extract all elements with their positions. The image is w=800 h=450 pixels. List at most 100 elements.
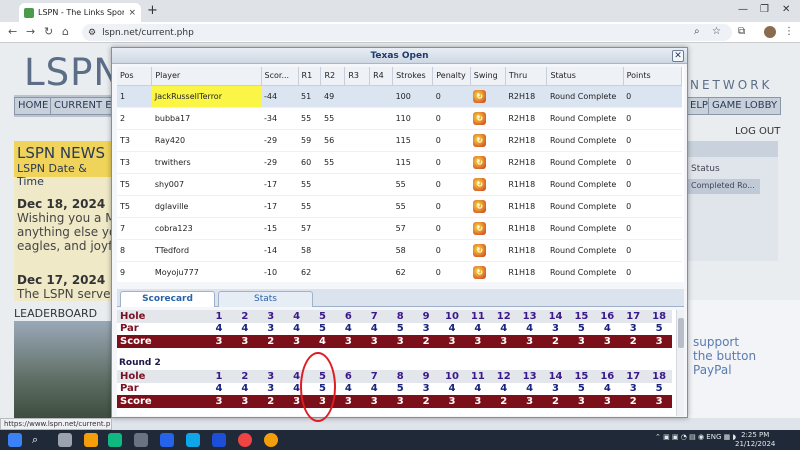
scrollbar-thumb[interactable] <box>678 318 684 348</box>
cell-pos: 7 <box>117 217 152 240</box>
new-tab-icon[interactable]: + <box>147 3 158 18</box>
column-header[interactable]: R4 <box>369 67 394 86</box>
table-row[interactable]: 9 Moyoju777 -10 62 62 0 ↻ R1H18 Round Complete 0 <box>117 261 682 282</box>
cell-r1: 62 <box>298 261 321 282</box>
outlook-icon[interactable] <box>186 433 200 447</box>
swing-replay-icon[interactable]: ↻ <box>473 155 487 169</box>
system-tray[interactable]: ⌃ ▣ ▣ ◔ ▤ ◉ ENG ▦ ◗ <box>655 433 736 441</box>
scorecard-hole-cell: 17 <box>620 310 647 323</box>
swing-replay-icon[interactable]: ↻ <box>473 133 487 147</box>
column-header[interactable]: R2 <box>320 67 346 86</box>
edge-icon[interactable] <box>108 433 122 447</box>
reload-icon[interactable]: ↻ <box>44 25 53 38</box>
scorecard-score-cell: 2 <box>620 335 647 348</box>
address-bar[interactable]: ⚙ lspn.net/current.php <box>82 24 732 41</box>
scorecard-score-cell: 3 <box>516 335 543 348</box>
swing-replay-icon[interactable]: ↻ <box>473 89 487 103</box>
scorecard-par-cell: 4 <box>335 382 362 395</box>
profile-avatar[interactable] <box>764 26 776 38</box>
tab-bar: LSPN - The Links Sports Network × + — ❐ … <box>0 0 800 22</box>
tab-close-icon[interactable]: × <box>128 8 136 18</box>
start-icon[interactable] <box>8 433 22 447</box>
swing-replay-icon[interactable]: ↻ <box>473 199 487 213</box>
dialog-close-icon[interactable]: ✕ <box>672 50 684 62</box>
table-row[interactable]: 7 cobra123 -15 57 57 0 ↻ R1H18 Round Complete 0 <box>117 217 682 240</box>
tray-icons[interactable]: ⌃ ▣ ▣ ◔ ▤ ◉ <box>655 433 704 441</box>
leaderboard-header: Pos Player Scor... R1 R2 R3 R4 Strokes Penalty Sw… <box>117 67 683 86</box>
right-status-row[interactable]: Completed Ro... <box>688 179 760 194</box>
column-header[interactable]: Scor... <box>261 67 299 86</box>
favicon-icon <box>24 7 34 18</box>
scorecard-par-cell: 4 <box>516 382 543 395</box>
nav-home[interactable]: HOME <box>14 97 53 115</box>
chrome-icon[interactable] <box>238 433 252 447</box>
column-header[interactable]: Strokes <box>392 67 434 86</box>
swing-replay-icon[interactable]: ↻ <box>473 265 487 279</box>
nav-game-lobby[interactable]: GAME LOBBY <box>708 97 782 115</box>
column-header[interactable]: Thru <box>505 67 548 86</box>
column-header[interactable]: R1 <box>298 67 322 86</box>
back-icon[interactable]: ← <box>8 25 17 38</box>
zoom-icon[interactable]: ⌕ <box>694 26 700 37</box>
search-icon[interactable]: ⌕ <box>32 433 46 447</box>
status-bar-url: https://www.lspn.net/current.php# <box>0 418 112 430</box>
swing-cell: ↻ <box>470 239 506 262</box>
column-header[interactable]: Player <box>151 67 262 86</box>
tab-scorecard[interactable]: Scorecard <box>120 291 215 307</box>
table-row[interactable]: T5 dglaville -17 55 55 0 ↻ R1H18 Round Complete 0 <box>117 195 682 218</box>
scorecard-scrollbar[interactable] <box>676 310 684 416</box>
clock[interactable]: 2:25 PM 21/12/2024 <box>735 431 775 449</box>
chrome-active-icon[interactable] <box>264 433 278 447</box>
close-window-icon[interactable]: ✕ <box>782 4 790 15</box>
table-row[interactable]: 1 JackRussellTerror -44 51 49 100 0 ↻ R2H18 Round… <box>117 85 682 108</box>
app-icon[interactable] <box>134 433 148 447</box>
column-header[interactable]: R3 <box>344 67 371 86</box>
menu-icon[interactable]: ⋮ <box>784 26 794 37</box>
store-icon[interactable] <box>160 433 174 447</box>
cell-r3 <box>344 151 370 174</box>
scorecard-par-cell: 4 <box>206 382 232 395</box>
cell-strokes: 62 <box>392 261 433 282</box>
swing-replay-icon[interactable]: ↻ <box>473 221 487 235</box>
table-row[interactable]: T3 Ray420 -29 59 56 115 0 ↻ R2H18 Round Complete 0 <box>117 129 682 152</box>
swing-replay-icon[interactable]: ↻ <box>473 243 487 257</box>
cell-strokes: 100 <box>392 85 433 108</box>
task-view-icon[interactable] <box>58 433 72 447</box>
column-header[interactable]: Pos <box>117 67 153 86</box>
file-explorer-icon[interactable] <box>84 433 98 447</box>
cell-r2 <box>320 261 345 282</box>
cell-thru: R1H18 <box>505 217 547 240</box>
scorecard-score-cell: 3 <box>594 335 621 348</box>
site-info-icon[interactable]: ⚙ <box>88 28 96 38</box>
table-row[interactable]: 8 TTedford -14 58 58 0 ↻ R1H18 Round Complete 0 <box>117 239 682 262</box>
logout-link[interactable]: LOG OUT <box>735 126 780 137</box>
extensions-icon[interactable]: ⧉ <box>738 26 745 37</box>
scorecard-par-cell: 4 <box>283 322 310 335</box>
minimize-icon[interactable]: — <box>738 4 748 15</box>
browser-tab[interactable]: LSPN - The Links Sports Network × <box>19 3 141 22</box>
scorecard-par-cell: 4 <box>439 382 465 395</box>
scorecard-score-cell: 3 <box>594 395 621 408</box>
cell-score: -14 <box>261 239 299 262</box>
bookmark-star-icon[interactable]: ☆ <box>712 26 721 37</box>
forward-icon[interactable]: → <box>26 25 35 38</box>
column-header[interactable]: Status <box>546 67 624 86</box>
table-row[interactable]: 2 bubba17 -34 55 55 110 0 ↻ R2H18 Round Complete 0 <box>117 107 682 130</box>
swing-replay-icon[interactable]: ↻ <box>473 177 487 191</box>
column-header[interactable]: Points <box>623 67 683 86</box>
site-logo[interactable]: LSPN <box>24 51 122 94</box>
mail-icon[interactable] <box>212 433 226 447</box>
scorecard-hole-cell: 13 <box>516 310 543 323</box>
language-indicator[interactable]: ENG <box>706 433 721 441</box>
table-row[interactable]: T5 shy007 -17 55 55 0 ↻ R1H18 Round Complete 0 <box>117 173 682 196</box>
leaderboard-image <box>14 321 114 418</box>
tab-stats[interactable]: Stats <box>218 291 313 307</box>
table-row[interactable]: T3 trwithers -29 60 55 115 0 ↻ R2H18 Round Comple… <box>117 151 682 174</box>
swing-replay-icon[interactable]: ↻ <box>473 111 487 125</box>
home-icon[interactable]: ⌂ <box>62 25 69 38</box>
scorecard-score-cell: 3 <box>646 335 673 348</box>
dialog-title[interactable]: Texas Open <box>112 48 687 64</box>
column-header[interactable]: Penalty <box>432 67 471 86</box>
column-header[interactable]: Swing <box>470 67 506 86</box>
maximize-icon[interactable]: ❐ <box>760 4 769 15</box>
